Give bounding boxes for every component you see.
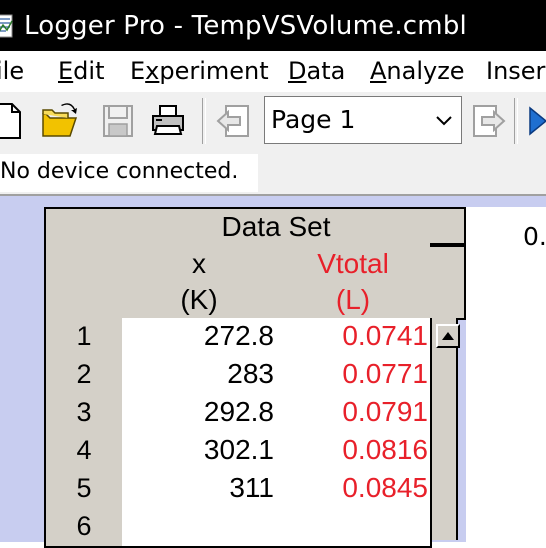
column-unit: (L) [335, 284, 371, 315]
row-number[interactable]: 3 [44, 394, 124, 434]
menu-bar: ile Edit Experiment Data Analyze Inser [0, 51, 546, 92]
table-cell-vtotal[interactable]: 0.0845 [276, 470, 432, 510]
table-cell-x[interactable]: 292.8 [122, 394, 278, 434]
dataset-title: Data Set [221, 211, 331, 242]
logger-pro-app-icon[interactable] [0, 13, 14, 39]
menu-file[interactable]: ile [0, 56, 24, 86]
table-cell-x[interactable] [122, 508, 278, 548]
menu-data[interactable]: Data [288, 56, 345, 86]
dataset-header[interactable]: Data Set [122, 207, 432, 247]
open-folder-icon[interactable] [40, 100, 80, 142]
row-number[interactable]: 2 [44, 356, 124, 396]
table-cell-vtotal[interactable]: 0.0791 [276, 394, 432, 434]
column-header-vtotal[interactable]: Vtotal (L) [276, 245, 432, 320]
window-title: Logger Pro - TempVSVolume.cmbl [24, 11, 467, 41]
toolbar-separator [514, 98, 518, 144]
new-document-icon[interactable] [0, 100, 26, 142]
table-cell-vtotal[interactable]: 0.0771 [276, 356, 432, 396]
graph-axis-label: 0. [523, 222, 546, 251]
device-status-text: No device connected. [0, 159, 239, 184]
forward-page-icon[interactable] [468, 100, 508, 142]
table-scrollbar[interactable] [430, 318, 458, 540]
menu-insert[interactable]: Inser [486, 56, 545, 86]
save-icon[interactable] [98, 100, 138, 142]
back-page-icon[interactable] [214, 100, 254, 142]
next-icon[interactable] [526, 100, 546, 142]
print-icon[interactable] [148, 100, 188, 142]
table-cell-vtotal[interactable] [276, 508, 432, 548]
row-number[interactable]: 6 [44, 508, 124, 548]
row-number[interactable]: 1 [44, 318, 124, 358]
toolbar: Page 1 [0, 92, 546, 152]
menu-edit[interactable]: Edit [58, 56, 104, 86]
menu-experiment[interactable]: Experiment [130, 56, 269, 86]
status-bar: No device connected. [0, 152, 546, 196]
column-name: Vtotal [317, 248, 389, 279]
toolbar-separator [202, 98, 206, 144]
divider [430, 243, 464, 247]
page-select[interactable]: Page 1 [264, 96, 462, 144]
header-filler [430, 207, 466, 320]
triangle-up-icon [442, 332, 454, 340]
column-unit: (K) [180, 284, 218, 315]
page-select-value: Page 1 [271, 105, 356, 134]
table-cell-x[interactable]: 272.8 [122, 318, 278, 358]
table-cell-x[interactable]: 311 [122, 470, 278, 510]
column-header-x[interactable]: x (K) [122, 245, 278, 320]
title-bar: Logger Pro - TempVSVolume.cmbl [0, 0, 546, 51]
chevron-down-icon [436, 116, 452, 126]
row-number[interactable]: 4 [44, 432, 124, 472]
table-cell-vtotal[interactable]: 0.0741 [276, 318, 432, 358]
row-number[interactable]: 5 [44, 470, 124, 510]
table-corner [44, 207, 124, 320]
column-name: x [192, 248, 206, 279]
menu-analyze[interactable]: Analyze [370, 56, 465, 86]
scroll-up-button[interactable] [436, 324, 460, 348]
table-cell-x[interactable]: 302.1 [122, 432, 278, 472]
table-cell-x[interactable]: 283 [122, 356, 278, 396]
table-cell-vtotal[interactable]: 0.0816 [276, 432, 432, 472]
graph-pane[interactable] [466, 207, 546, 542]
